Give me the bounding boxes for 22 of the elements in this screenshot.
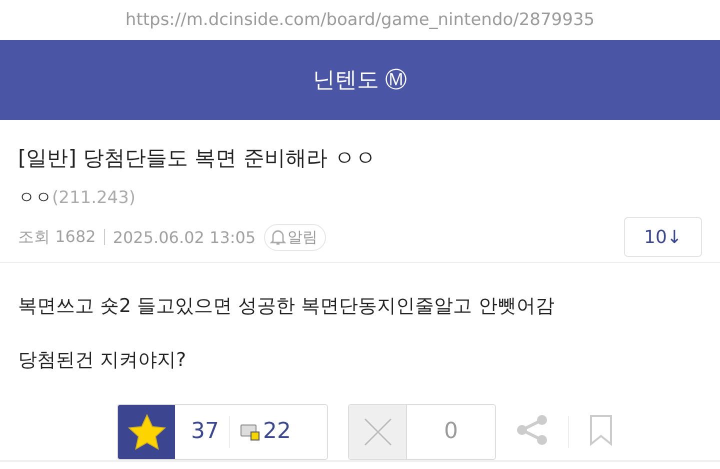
star-icon (128, 414, 166, 450)
body-paragraph: 당첨된건 지켜야지? (18, 348, 188, 373)
view-count: 조회 1682 (18, 226, 96, 248)
recommend-button[interactable] (118, 404, 175, 458)
author-ip: (211.243) (52, 188, 136, 208)
downvote-button[interactable] (349, 404, 407, 458)
fixed-recommend-icon (240, 422, 260, 440)
body-paragraph: 복면쓰고 숏2 들고있으면 성공한 복면단동지인줄알고 안뺏어감 (18, 294, 556, 319)
share-icon[interactable] (516, 414, 548, 446)
bell-icon (270, 228, 286, 246)
board-title[interactable]: 닌텐도 (313, 65, 379, 95)
downvote-count: 0 (443, 418, 459, 446)
close-icon (364, 418, 392, 446)
post-title: [일반] 당첨단들도 복면 준비해라 ㅇㅇ (18, 145, 378, 172)
url-text: https://m.dcinside.com/board/game_nintendo/2879935 (125, 10, 595, 30)
minor-gallery-mark: Ⓜ (385, 67, 407, 95)
bookmark-icon[interactable] (589, 414, 613, 446)
comments-button[interactable]: 10↓ (624, 217, 702, 257)
author-name[interactable]: ㅇㅇ (18, 186, 52, 209)
recommend-count: 37 (191, 419, 219, 444)
fixed-recommend-count: 22 (263, 419, 291, 444)
post-date: 2025.06.02 13:05 (112, 228, 256, 246)
